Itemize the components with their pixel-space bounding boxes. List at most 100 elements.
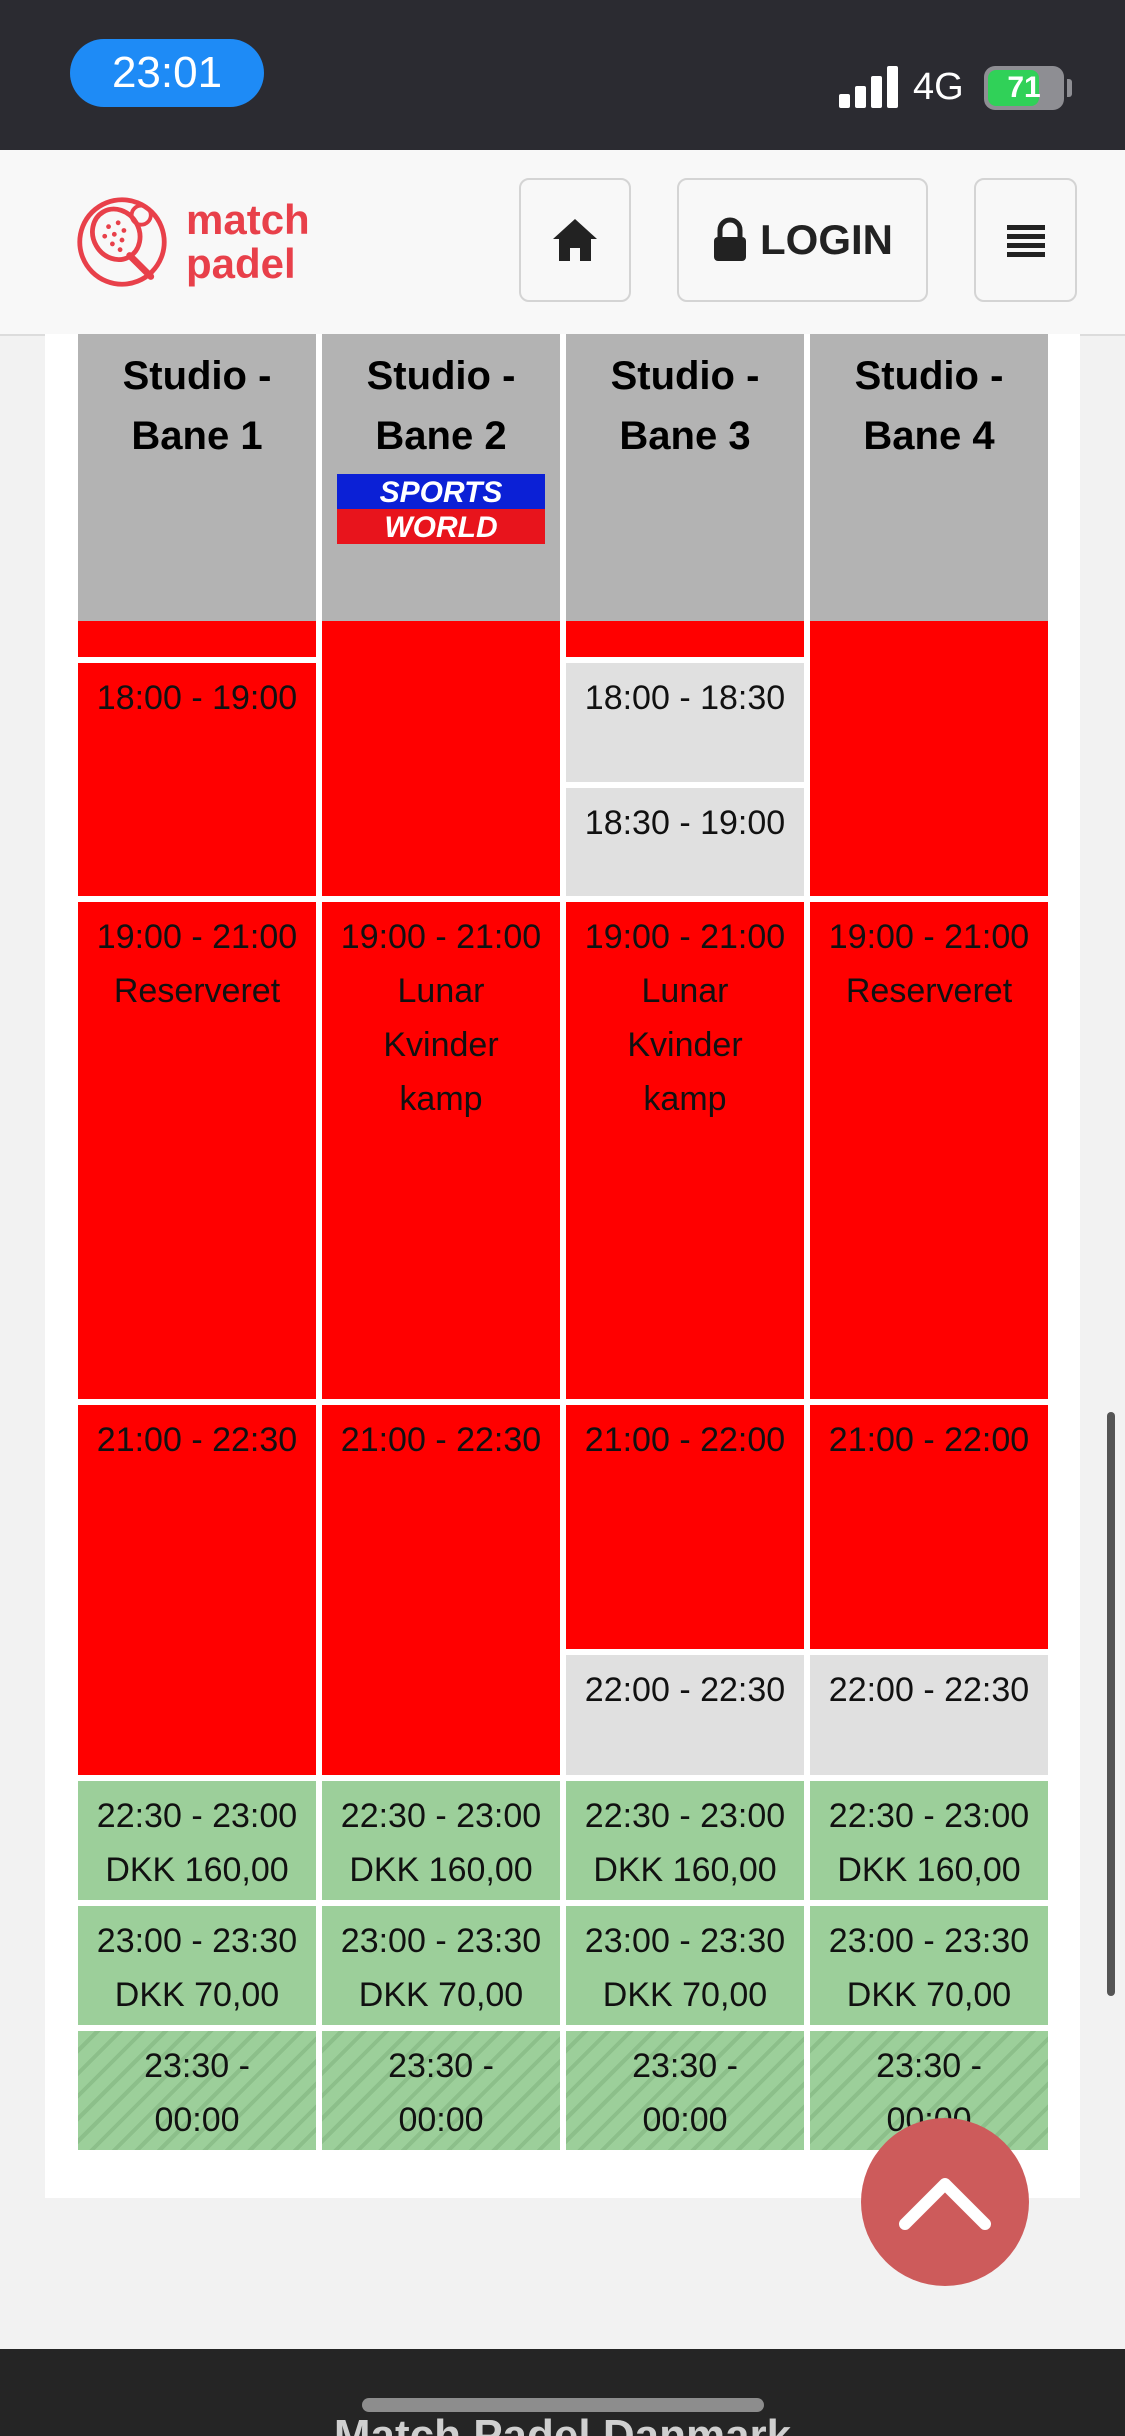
slot-time: 19:00 - 21:00 — [584, 918, 786, 956]
logo-line-2: padel — [186, 240, 296, 287]
padel-racket-logo-icon — [77, 197, 167, 287]
status-time: 23:01 — [70, 39, 264, 107]
booking-slot-partial[interactable] — [810, 621, 1048, 896]
slot-time: 18:00 - 18:30 — [584, 679, 786, 717]
login-button[interactable]: LOGIN — [677, 178, 928, 302]
available-slot[interactable]: 23:00 - 23:30 DKK 70,00 — [810, 1906, 1048, 2025]
slot-time: 00:00 — [642, 2101, 728, 2139]
closing-slot: 23:30 - 00:00 — [566, 2031, 804, 2150]
slot-price: DKK 70,00 — [846, 1976, 1012, 2014]
home-button[interactable] — [519, 178, 631, 302]
slot-time: 21:00 - 22:00 — [584, 1421, 786, 1459]
logo-line-1: match — [186, 196, 310, 243]
sports-world-sponsor-logo: SPORTS WORLD — [337, 474, 545, 544]
slot-time: 00:00 — [154, 2101, 240, 2139]
slot-price: DKK 70,00 — [358, 1976, 524, 2014]
slot-price: DKK 70,00 — [114, 1976, 280, 2014]
slot-time: 23:30 - — [876, 2047, 982, 2085]
slot-time: 19:00 - 21:00 — [828, 918, 1030, 956]
slot-label: Kvinder — [383, 1026, 499, 1064]
booking-slot[interactable]: 19:00 - 21:00 Reserveret — [78, 902, 316, 1399]
login-label: LOGIN — [760, 216, 893, 263]
slot-label: Reserveret — [113, 972, 281, 1010]
hamburger-menu-icon — [1006, 225, 1045, 257]
booking-slot[interactable]: 18:00 - 19:00 — [78, 663, 316, 896]
booking-slot-partial[interactable] — [322, 621, 560, 896]
slot-time: 22:30 - 23:00 — [584, 1797, 786, 1835]
slot-time: 22:30 - 23:00 — [340, 1797, 542, 1835]
booking-slot[interactable]: 21:00 - 22:30 — [322, 1405, 560, 1775]
slot-label: Lunar — [397, 972, 485, 1010]
slot-time: 23:00 - 23:30 — [340, 1922, 542, 1960]
available-slot[interactable]: 22:30 - 23:00 DKK 160,00 — [78, 1781, 316, 1900]
booking-slot-partial[interactable] — [566, 621, 804, 657]
match-padel-logo[interactable]: match padel — [74, 190, 334, 300]
free-slot[interactable]: 18:00 - 18:30 — [566, 663, 804, 782]
slot-time: 19:00 - 21:00 — [340, 918, 542, 956]
booking-slot[interactable]: 19:00 - 21:00 Lunar Kvinder kamp — [322, 902, 560, 1399]
court-header-3: Studio - Bane 3 — [566, 334, 804, 621]
slot-label: Kvinder — [627, 1026, 743, 1064]
logo-wordmark: match padel — [186, 198, 310, 286]
slot-time: 23:30 - — [144, 2047, 250, 2085]
slot-price: DKK 160,00 — [349, 1851, 533, 1889]
closing-slot: 23:30 - 00:00 — [322, 2031, 560, 2150]
court-name: Studio - — [122, 354, 272, 398]
slot-time: 23:30 - — [632, 2047, 738, 2085]
available-slot[interactable]: 22:30 - 23:00 DKK 160,00 — [322, 1781, 560, 1900]
free-slot[interactable]: 22:00 - 22:30 — [810, 1655, 1048, 1775]
court-name: Studio - — [854, 354, 1004, 398]
home-indicator[interactable] — [362, 2398, 764, 2412]
battery-icon: 71 — [984, 66, 1064, 110]
cellular-signal-icon — [839, 64, 899, 108]
slot-time: 22:00 - 22:30 — [584, 1671, 786, 1709]
slot-time: 22:30 - 23:00 — [828, 1797, 1030, 1835]
slot-time: 21:00 - 22:00 — [828, 1421, 1030, 1459]
court-name: Bane 3 — [619, 414, 751, 458]
status-bar: 23:01 4G 71 — [0, 0, 1125, 150]
lock-icon — [714, 217, 746, 261]
free-slot[interactable]: 18:30 - 19:00 — [566, 788, 804, 896]
home-icon — [553, 219, 597, 261]
slot-price: DKK 160,00 — [593, 1851, 777, 1889]
network-type: 4G — [913, 66, 964, 108]
court-name: Bane 2 — [375, 414, 507, 458]
slot-label: kamp — [643, 1080, 727, 1118]
available-slot[interactable]: 23:00 - 23:30 DKK 70,00 — [78, 1906, 316, 2025]
battery-percent: 71 — [1007, 71, 1041, 104]
slot-time: 21:00 - 22:30 — [96, 1421, 298, 1459]
booking-slot[interactable]: 21:00 - 22:00 — [810, 1405, 1048, 1649]
closing-slot: 23:30 - 00:00 — [78, 2031, 316, 2150]
footer-title: Match Padel Danmark — [333, 2411, 792, 2436]
slot-price: DKK 70,00 — [602, 1976, 768, 2014]
slot-time: 22:00 - 22:30 — [828, 1671, 1030, 1709]
booking-slot[interactable]: 21:00 - 22:00 — [566, 1405, 804, 1649]
slot-time: 23:00 - 23:30 — [584, 1922, 786, 1960]
court-header-4: Studio - Bane 4 — [810, 334, 1048, 621]
free-slot[interactable]: 22:00 - 22:30 — [566, 1655, 804, 1775]
battery-tip — [1067, 79, 1072, 97]
booking-slot-partial[interactable] — [78, 621, 316, 657]
booking-slot[interactable]: 19:00 - 21:00 Reserveret — [810, 902, 1048, 1399]
available-slot[interactable]: 22:30 - 23:00 DKK 160,00 — [810, 1781, 1048, 1900]
site-footer: Match Padel Danmark — [0, 2349, 1125, 2436]
booking-schedule: 18:00 - 19:00 19:00 - 21:00 Reserveret 2… — [45, 334, 1080, 2198]
site-header: match padel LOGIN — [0, 150, 1125, 336]
sponsor-line-1: SPORTS — [380, 476, 503, 509]
court-name: Bane 4 — [863, 414, 995, 458]
slot-label: Reserveret — [845, 972, 1013, 1010]
booking-slot[interactable]: 21:00 - 22:30 — [78, 1405, 316, 1775]
court-name: Bane 1 — [131, 414, 263, 458]
slot-time: 23:30 - — [388, 2047, 494, 2085]
court-name: Studio - — [366, 354, 516, 398]
available-slot[interactable]: 22:30 - 23:00 DKK 160,00 — [566, 1781, 804, 1900]
available-slot[interactable]: 23:00 - 23:30 DKK 70,00 — [322, 1906, 560, 2025]
menu-button[interactable] — [974, 178, 1077, 302]
slot-label: Lunar — [641, 972, 729, 1010]
slot-time: 19:00 - 21:00 — [96, 918, 298, 956]
available-slot[interactable]: 23:00 - 23:30 DKK 70,00 — [566, 1906, 804, 2025]
slot-time: 00:00 — [398, 2101, 484, 2139]
booking-slot[interactable]: 19:00 - 21:00 Lunar Kvinder kamp — [566, 902, 804, 1399]
page-scrollbar[interactable] — [1107, 1412, 1115, 1996]
scroll-to-top-button[interactable] — [861, 2118, 1029, 2286]
